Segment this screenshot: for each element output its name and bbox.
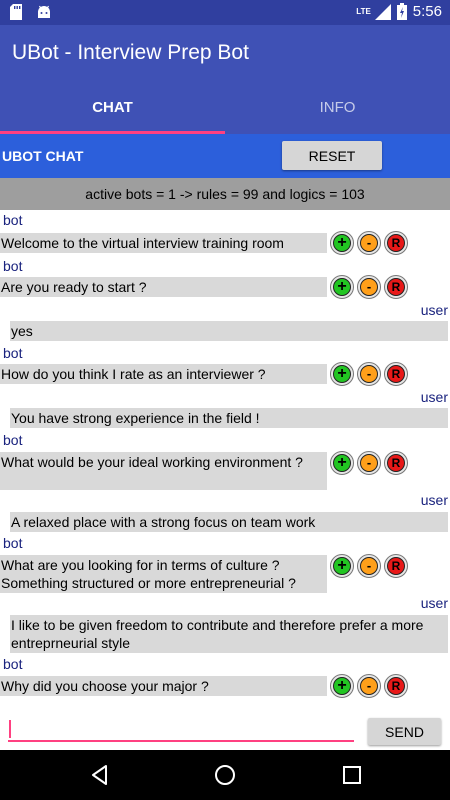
- upvote-button[interactable]: +: [330, 275, 354, 299]
- sender-label: user: [420, 595, 448, 611]
- recents-icon[interactable]: [340, 763, 364, 787]
- report-button[interactable]: R: [384, 362, 408, 386]
- downvote-button[interactable]: -: [357, 554, 381, 578]
- sender-label: bot: [3, 535, 23, 551]
- sender-label: user: [420, 302, 448, 318]
- back-icon[interactable]: [88, 763, 112, 787]
- user-message-text: A relaxed place with a strong focus on t…: [10, 512, 448, 532]
- reset-button[interactable]: RESET: [282, 141, 382, 170]
- rating-buttons: + - R: [330, 231, 408, 255]
- upvote-button[interactable]: +: [330, 674, 354, 698]
- bot-message-text: What would be your ideal working environ…: [0, 452, 327, 490]
- sender-label: user: [420, 389, 448, 405]
- report-button[interactable]: R: [384, 231, 408, 255]
- message-input[interactable]: [8, 716, 354, 742]
- rating-buttons: + - R: [330, 674, 408, 698]
- message-list[interactable]: bot Welcome to the virtual interview tra…: [0, 210, 450, 706]
- report-button[interactable]: R: [384, 451, 408, 475]
- chat-header: UBOT CHAT RESET: [0, 134, 450, 178]
- user-message-text: yes: [10, 321, 448, 341]
- tab-chat[interactable]: CHAT: [0, 82, 225, 134]
- downvote-button[interactable]: -: [357, 231, 381, 255]
- status-bar: LTE 5:56: [0, 0, 450, 25]
- bot-message-text: What are you looking for in terms of cul…: [0, 555, 327, 593]
- send-button[interactable]: SEND: [368, 718, 441, 745]
- sender-label: bot: [3, 258, 23, 274]
- sender-label: bot: [3, 432, 23, 448]
- rating-buttons: + - R: [330, 451, 408, 475]
- sender-label: bot: [3, 656, 23, 672]
- bot-message-text: Welcome to the virtual interview trainin…: [0, 233, 327, 253]
- signal-icon: [374, 3, 391, 20]
- downvote-button[interactable]: -: [357, 451, 381, 475]
- upvote-button[interactable]: +: [330, 362, 354, 386]
- app-bar: UBot - Interview Prep Bot: [0, 25, 450, 82]
- downvote-button[interactable]: -: [357, 362, 381, 386]
- android-icon: [38, 5, 50, 18]
- user-message-text: You have strong experience in the field …: [10, 408, 448, 428]
- chat-header-title: UBOT CHAT: [2, 148, 84, 164]
- app-title: UBot - Interview Prep Bot: [12, 41, 249, 64]
- sender-label: user: [420, 492, 448, 508]
- navigation-bar: [0, 750, 450, 800]
- clock: 5:56: [412, 3, 442, 20]
- downvote-button[interactable]: -: [357, 674, 381, 698]
- upvote-button[interactable]: +: [330, 231, 354, 255]
- user-message-text: I like to be given freedom to contribute…: [10, 615, 448, 653]
- bot-message-text: Are you ready to start ?: [0, 277, 327, 297]
- active-bots-info: active bots = 1 -> rules = 99 and logics…: [0, 178, 450, 210]
- report-button[interactable]: R: [384, 674, 408, 698]
- rating-buttons: + - R: [330, 362, 408, 386]
- home-icon[interactable]: [213, 763, 237, 787]
- bot-message-text: How do you think I rate as an interviewe…: [0, 364, 327, 384]
- network-type: LTE: [356, 7, 371, 16]
- downvote-button[interactable]: -: [357, 275, 381, 299]
- report-button[interactable]: R: [384, 554, 408, 578]
- tab-bar: CHAT INFO: [0, 82, 450, 134]
- sender-label: bot: [3, 212, 23, 228]
- message-input-area: SEND: [0, 706, 450, 750]
- text-cursor: [9, 720, 11, 738]
- sd-card-icon: [10, 4, 22, 20]
- bot-message-text: Why did you choose your major ?: [0, 676, 327, 696]
- tab-info[interactable]: INFO: [225, 82, 450, 134]
- battery-icon: [396, 3, 407, 20]
- upvote-button[interactable]: +: [330, 554, 354, 578]
- report-button[interactable]: R: [384, 275, 408, 299]
- rating-buttons: + - R: [330, 554, 408, 578]
- upvote-button[interactable]: +: [330, 451, 354, 475]
- sender-label: bot: [3, 345, 23, 361]
- rating-buttons: + - R: [330, 275, 408, 299]
